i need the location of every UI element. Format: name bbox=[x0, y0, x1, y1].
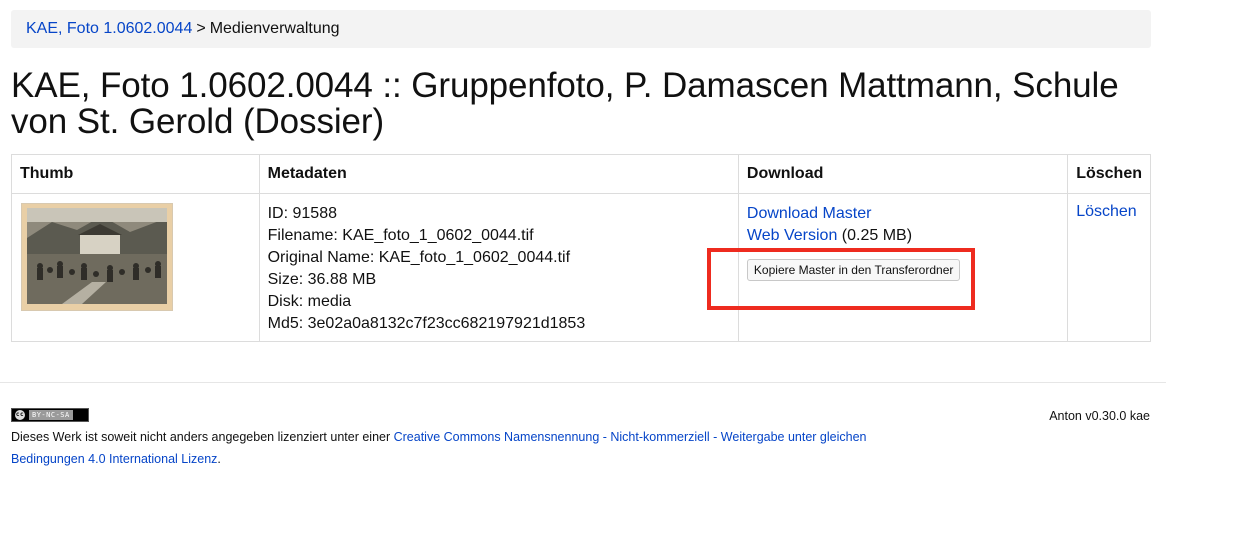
license-prefix: Dieses Werk ist soweit nicht anders ange… bbox=[11, 430, 394, 444]
meta-original-name: Original Name: KAE_foto_1_0602_0044.tif bbox=[267, 249, 571, 266]
breadcrumb-separator: > bbox=[196, 20, 206, 37]
table-row: ID: 91588 Filename: KAE_foto_1_0602_0044… bbox=[11, 193, 1151, 342]
breadcrumb-current: Medienverwaltung bbox=[209, 20, 340, 37]
app-version: Anton v0.30.0 kae bbox=[1049, 409, 1150, 423]
header-delete: Löschen bbox=[1067, 154, 1151, 194]
footer-divider bbox=[0, 382, 1166, 383]
cc-icon: cc bbox=[15, 410, 25, 420]
delete-cell: Löschen bbox=[1067, 193, 1151, 342]
thumb-cell bbox=[11, 193, 260, 342]
thumbnail-image[interactable] bbox=[21, 203, 173, 311]
meta-filename: Filename: KAE_foto_1_0602_0044.tif bbox=[267, 227, 534, 244]
breadcrumb-link-record[interactable]: KAE, Foto 1.0602.0044 bbox=[26, 20, 192, 37]
license-suffix: . bbox=[217, 452, 221, 466]
meta-md5: Md5: 3e02a0a8132c7f23cc682197921d1853 bbox=[267, 315, 586, 332]
delete-link[interactable]: Löschen bbox=[1076, 203, 1137, 220]
meta-size: Size: 36.88 MB bbox=[267, 271, 377, 288]
table-header-row: Thumb Metadaten Download Löschen bbox=[11, 154, 1151, 194]
license-text: Dieses Werk ist soweit nicht anders ange… bbox=[11, 426, 871, 470]
web-version-size: (0.25 MB) bbox=[837, 227, 913, 244]
cc-badge-text: BY-NC-SA bbox=[29, 410, 73, 420]
header-download: Download bbox=[737, 154, 1069, 194]
meta-disk: Disk: media bbox=[267, 293, 352, 310]
breadcrumb: KAE, Foto 1.0602.0044 > Medienverwaltung bbox=[11, 10, 1151, 48]
header-metadata: Metadaten bbox=[258, 154, 739, 194]
meta-id: ID: 91588 bbox=[267, 205, 337, 222]
web-version-link[interactable]: Web Version bbox=[747, 227, 837, 244]
cc-license-badge[interactable]: cc BY-NC-SA bbox=[11, 408, 89, 422]
page-title: KAE, Foto 1.0602.0044 :: Gruppenfoto, P.… bbox=[11, 66, 1119, 141]
metadata-cell: ID: 91588 Filename: KAE_foto_1_0602_0044… bbox=[258, 193, 739, 342]
download-cell: Download Master Web Version (0.25 MB) Ko… bbox=[737, 193, 1069, 342]
download-master-link[interactable]: Download Master bbox=[747, 205, 872, 222]
media-table: Thumb Metadaten Download Löschen ID: 915… bbox=[11, 154, 1151, 342]
header-thumb: Thumb bbox=[11, 154, 260, 194]
copy-master-to-transfer-button[interactable]: Kopiere Master in den Transferordner bbox=[746, 259, 961, 281]
